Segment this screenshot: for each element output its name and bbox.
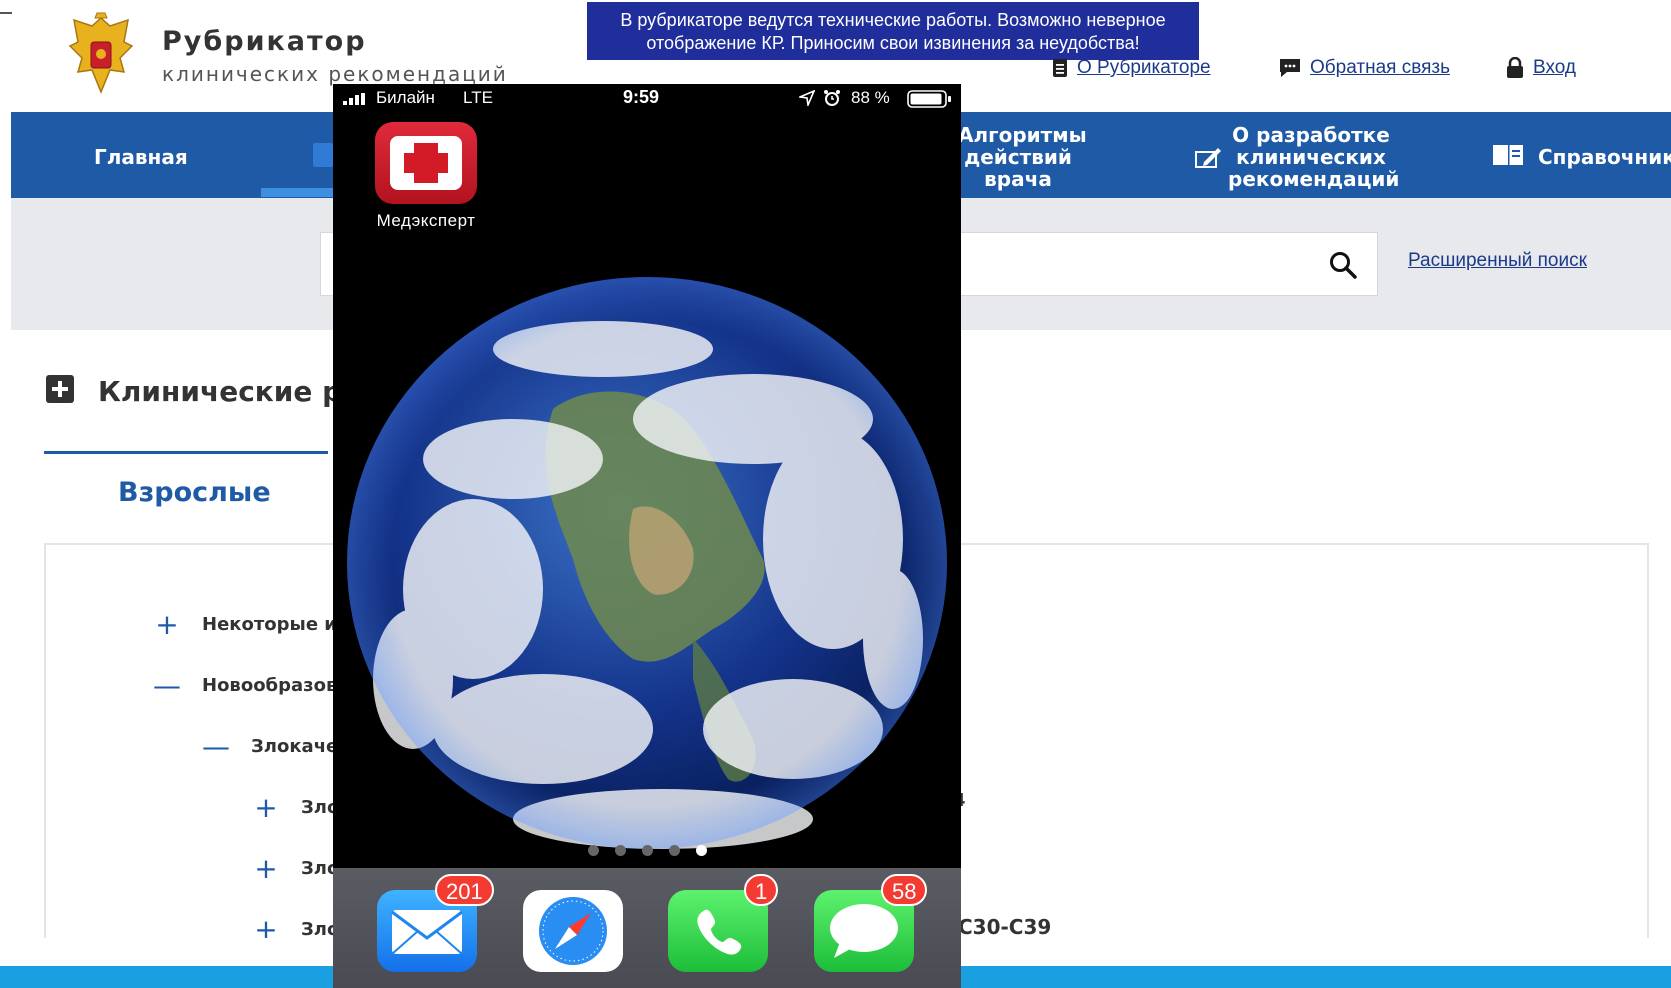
nav-dev-line-2: клинических (1236, 145, 1386, 169)
safari-app-icon[interactable] (523, 890, 623, 972)
compass-icon (539, 897, 607, 965)
nav-algorithms-line-2: действий (964, 145, 1072, 169)
expand-icon[interactable]: + (251, 852, 281, 885)
tree-item-label: Новообразова (202, 675, 350, 696)
advanced-search-link[interactable]: Расширенный поиск (1408, 250, 1587, 272)
envelope-icon (391, 910, 463, 955)
nav-dev-line-1: О разработке (1232, 123, 1390, 147)
page-dot-active (695, 845, 707, 856)
page-dot (614, 845, 626, 856)
about-link-label: О Рубрикаторе (1077, 57, 1211, 78)
login-link-label: Вход (1533, 57, 1576, 78)
battery-percent: 88 % (851, 88, 890, 107)
about-link[interactable]: О Рубрикаторе (1052, 57, 1211, 79)
site-title: Рубрикатор (162, 26, 367, 57)
tree-item[interactable]: — Новообразова (152, 669, 350, 702)
search-icon[interactable] (1328, 250, 1358, 280)
tree-item[interactable]: + Зло (251, 852, 339, 885)
nav-reference[interactable]: Справочники (1538, 146, 1671, 168)
nav-active-indicator (261, 188, 336, 197)
collapse-icon[interactable]: — (201, 730, 231, 763)
mail-badge: 201 (435, 874, 494, 906)
nav-dev-line-3: рекомендаций (1228, 167, 1400, 191)
tree-item-label: Некоторые ин (202, 614, 350, 635)
phone-screenshot-overlay: Билайн LTE 9:59 88 % Медэксперт 201 1 58 (333, 84, 961, 988)
network-type: LTE (463, 88, 493, 107)
expand-icon[interactable]: + (251, 791, 281, 824)
site-subtitle: клинических рекомендаций (162, 62, 508, 86)
tree-item-code-fragment: С30-С39 (958, 915, 1052, 939)
medexpert-app-label: Медэксперт (376, 211, 476, 230)
window-corner-mark (0, 12, 12, 14)
coat-of-arms-logo (68, 12, 134, 94)
page-dot (641, 845, 653, 856)
tree-item[interactable]: — Злокаче (201, 730, 338, 763)
nav-home[interactable]: Главная (94, 146, 188, 168)
document-icon (1053, 59, 1067, 77)
messages-badge: 58 (881, 874, 928, 906)
feedback-link[interactable]: Обратная связь (1279, 57, 1450, 79)
nav-development[interactable]: О разработке клинических рекомендаций (1228, 123, 1400, 191)
feedback-link-label: Обратная связь (1310, 57, 1450, 78)
page-dot (668, 845, 680, 856)
location-icon (799, 90, 815, 106)
alarm-icon (824, 90, 840, 106)
carrier-name: Билайн (376, 88, 435, 107)
medexpert-app-icon[interactable] (375, 122, 477, 204)
nav-algorithms[interactable]: Алгоритмы действий врача (958, 123, 1087, 191)
speech-bubble-icon (830, 904, 898, 958)
phone-time: 9:59 (623, 87, 660, 107)
tree-item-label: Злокаче (251, 736, 339, 757)
lock-icon (1507, 57, 1523, 78)
signal-icon (343, 93, 365, 105)
book-icon (1493, 145, 1523, 165)
maintenance-notice: В рубрикаторе ведутся технические работы… (587, 2, 1199, 60)
earth-wallpaper (347, 277, 947, 849)
nav-algorithms-line-1: Алгоритмы (958, 123, 1087, 147)
tree-item[interactable]: + Некоторые ин (152, 608, 349, 641)
edit-icon (1195, 148, 1221, 168)
login-link[interactable]: Вход (1506, 57, 1576, 79)
notice-line-1: В рубрикаторе ведутся технические работы… (620, 10, 1166, 30)
phone-handset-icon (697, 909, 742, 955)
battery-icon (907, 90, 951, 108)
phone-badge: 1 (744, 874, 779, 906)
tree-item[interactable]: + Зло (251, 791, 339, 824)
nav-recommendations-icon[interactable] (313, 143, 333, 167)
tab-active-line (44, 451, 328, 454)
phone-status-bar: Билайн LTE 9:59 88 % (333, 84, 961, 112)
nav-algorithms-line-3: врача (984, 167, 1052, 191)
page-dot (587, 845, 599, 856)
notice-line-2: отображение КР. Приносим свои извинения … (646, 33, 1140, 53)
expand-icon[interactable]: + (152, 608, 182, 641)
page-indicator (333, 845, 961, 856)
collapse-icon[interactable]: — (152, 669, 182, 702)
tab-adults[interactable]: Взрослые (118, 477, 271, 508)
chat-icon (1280, 59, 1300, 77)
plus-square-icon (46, 375, 74, 403)
